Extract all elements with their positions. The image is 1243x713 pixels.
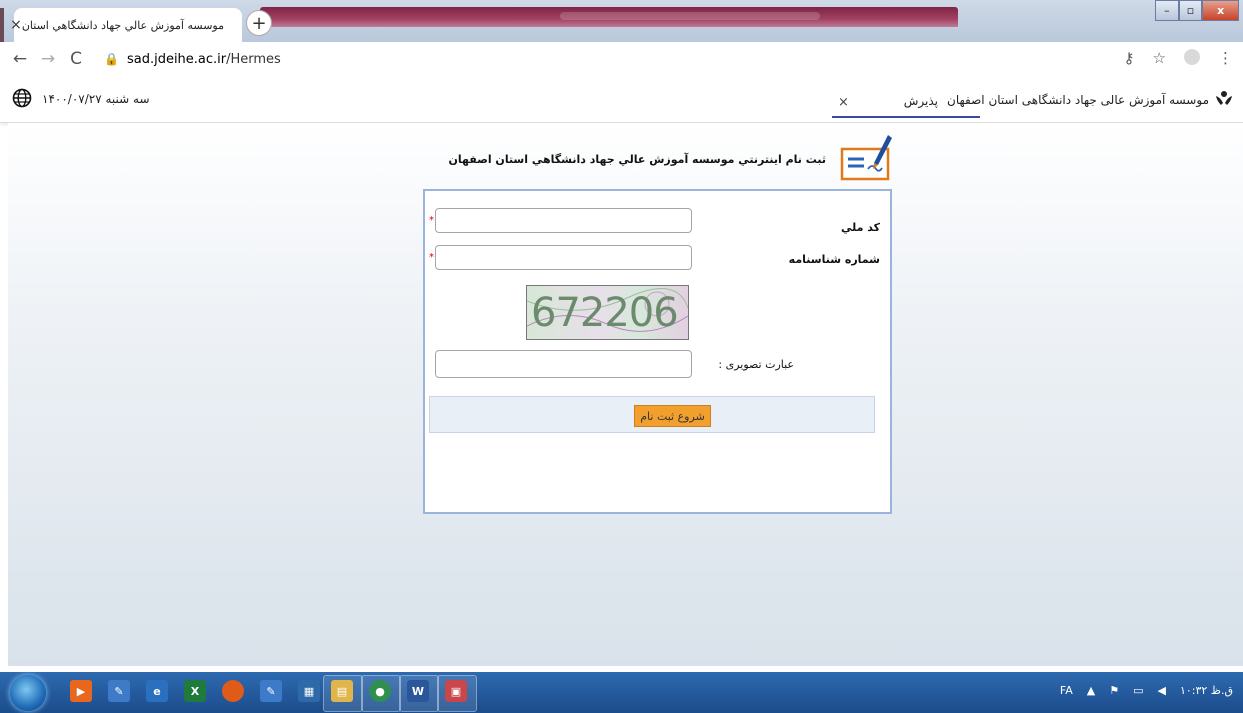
network-status-icon[interactable]: ▭ <box>1133 684 1143 697</box>
chrome-icon: ● <box>369 680 391 702</box>
current-date: سه شنبه ۱۴۰۰/۰۷/۲۷ <box>42 92 150 106</box>
reload-icon[interactable]: C <box>62 49 90 69</box>
minimize-button[interactable]: – <box>1155 0 1179 21</box>
address-bar: ← → C 🔒 sad.jdeihe.ac.ir/Hermes ⚷ ☆ ⋮ <box>0 42 1243 76</box>
profile-icon[interactable] <box>1184 49 1200 65</box>
org-logo-icon <box>1216 91 1232 105</box>
national-code-input[interactable] <box>435 208 692 233</box>
required-mark: * <box>429 215 434 226</box>
address-bar-actions: ⚷ ☆ ⋮ <box>1124 49 1233 67</box>
new-tab-button[interactable]: + <box>246 10 272 36</box>
folder-icon: ▤ <box>331 680 353 702</box>
captcha-label: عبارت تصويری : <box>718 358 794 371</box>
main-content: ثبت نام اينترنتي موسسه آموزش عالي جهاد د… <box>8 123 1243 666</box>
captcha-code: 672206 <box>531 290 679 336</box>
submit-bar: شروع ثبت نام <box>429 396 875 433</box>
media-player-icon[interactable]: ▶ <box>70 680 92 702</box>
tab-admission-label: پذیرش <box>903 94 938 108</box>
clock[interactable]: ق.ظ ۱۰:۳۲ <box>1180 684 1233 697</box>
id-number-label: شماره شناسنامه <box>788 253 880 266</box>
tab-strip-background <box>260 7 958 27</box>
action-center-flag-icon[interactable]: ⚑ <box>1109 684 1119 697</box>
internet-explorer-icon[interactable]: e <box>146 680 168 702</box>
tab-admission[interactable]: پذیرش × <box>832 88 980 118</box>
form-edit-icon <box>840 135 892 181</box>
tab-title: موسسه آموزش عالي جهاد دانشگاهي استان <box>21 18 224 32</box>
browser-title-bar: موسسه آموزش عالي جهاد دانشگاهي استان × +… <box>0 0 1243 42</box>
url-field[interactable]: sad.jdeihe.ac.ir/Hermes <box>127 52 281 67</box>
tab-close-icon[interactable]: × <box>10 17 22 33</box>
paint-icon[interactable]: ✎ <box>108 680 130 702</box>
window-controls: – ▫ x <box>1155 0 1240 22</box>
required-mark: * <box>429 252 434 263</box>
language-indicator[interactable]: FA <box>1060 684 1073 697</box>
captcha-image: 672206 <box>526 285 689 340</box>
key-icon[interactable]: ⚷ <box>1124 49 1135 67</box>
maximize-button[interactable]: ▫ <box>1178 0 1203 21</box>
star-icon[interactable]: ☆ <box>1153 49 1166 67</box>
menu-icon[interactable]: ⋮ <box>1218 49 1233 67</box>
close-window-button[interactable]: x <box>1202 0 1240 21</box>
lock-icon[interactable]: 🔒 <box>104 52 119 66</box>
globe-icon[interactable] <box>12 88 32 108</box>
back-arrow-icon[interactable]: ← <box>6 49 34 69</box>
paint-icon-2[interactable]: ✎ <box>260 680 282 702</box>
form-title-row: ثبت نام اينترنتي موسسه آموزش عالي جهاد د… <box>449 129 898 181</box>
url-path: /Hermes <box>226 51 281 67</box>
form-title: ثبت نام اينترنتي موسسه آموزش عالي جهاد د… <box>448 153 827 166</box>
windows-taskbar: ▶ ✎ e X ✎ ▦ ▤ ● W ▣ FA ▲ ⚑ ▭ ◀ ق.ظ ۱۰:۳۲ <box>0 672 1243 713</box>
window-edge <box>0 8 4 42</box>
start-button[interactable] <box>10 675 46 711</box>
firefox-icon[interactable] <box>222 680 244 702</box>
captcha-input[interactable] <box>435 350 692 378</box>
photos-icon: ▣ <box>445 680 467 702</box>
start-registration-button[interactable]: شروع ثبت نام <box>634 405 711 427</box>
excel-icon[interactable]: X <box>184 680 206 702</box>
registration-form: کد ملي * شماره شناسنامه * 672206 عبارت ت… <box>423 189 892 514</box>
national-code-label: کد ملي <box>840 221 880 234</box>
volume-icon[interactable]: ◀ <box>1157 684 1165 697</box>
forward-arrow-icon[interactable]: → <box>34 49 62 69</box>
browser-tab-active[interactable]: موسسه آموزش عالي جهاد دانشگاهي استان × <box>10 8 242 42</box>
org-name: موسسه آموزش عالی جهاد دانشگاهی استان اصف… <box>947 93 1209 107</box>
url-domain: sad.jdeihe.ac.ir <box>126 51 227 67</box>
tab-admission-close-icon[interactable]: × <box>838 95 849 110</box>
word-icon: W <box>407 680 429 702</box>
network-icon[interactable]: ▦ <box>298 680 320 702</box>
id-number-input[interactable] <box>435 245 692 270</box>
system-tray: FA ▲ ⚑ ▭ ◀ ق.ظ ۱۰:۳۲ <box>1060 684 1233 697</box>
app-header: موسسه آموزش عالی جهاد دانشگاهی استان اصف… <box>0 76 1243 123</box>
show-hidden-icons-icon[interactable]: ▲ <box>1087 684 1095 697</box>
